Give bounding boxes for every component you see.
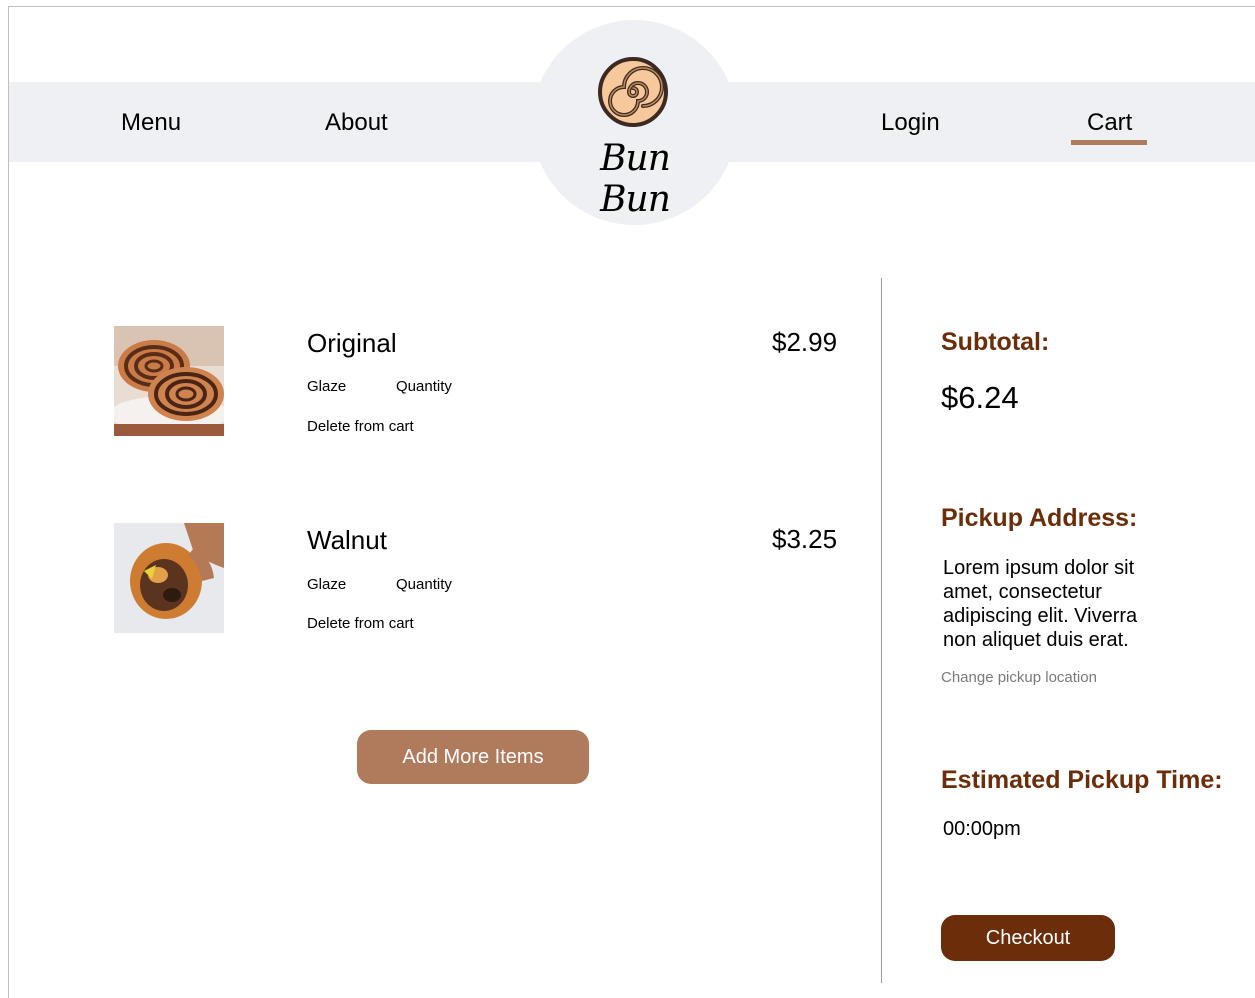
glaze-selector[interactable]: Glaze (307, 576, 346, 594)
estimated-pickup-time-heading: Estimated Pickup Time: (941, 766, 1223, 794)
delete-from-cart-link[interactable]: Delete from cart (307, 615, 414, 633)
nav-about-link[interactable]: About (325, 108, 388, 138)
add-more-items-button[interactable]: Add More Items (357, 730, 589, 784)
original-roll-image (114, 326, 224, 436)
delete-from-cart-link[interactable]: Delete from cart (307, 418, 414, 436)
nav-menu-link[interactable]: Menu (121, 108, 181, 138)
nav-cart-link[interactable]: Cart (1087, 108, 1132, 138)
subtotal-heading: Subtotal: (941, 328, 1050, 356)
logo-wordmark[interactable]: Bun Bun (560, 138, 710, 220)
subtotal-value: $6.24 (941, 380, 1019, 415)
walnut-roll-image (114, 523, 224, 633)
cinnamon-roll-icon[interactable] (597, 56, 669, 133)
cart-item-price: $3.25 (772, 524, 838, 554)
pickup-address-heading: Pickup Address: (941, 504, 1138, 532)
change-pickup-location-link[interactable]: Change pickup location (941, 669, 1097, 687)
column-divider (881, 278, 882, 983)
glaze-selector[interactable]: Glaze (307, 378, 346, 396)
quantity-selector[interactable]: Quantity (396, 576, 452, 594)
window-border-top (8, 6, 1255, 7)
nav-login-link[interactable]: Login (881, 108, 940, 138)
quantity-selector[interactable]: Quantity (396, 378, 452, 396)
cart-item-name: Walnut (307, 525, 387, 555)
pickup-address-text: Lorem ipsum dolor sit amet, consectetur … (943, 557, 1138, 651)
checkout-button[interactable]: Checkout (941, 915, 1115, 961)
active-tab-indicator (1071, 140, 1147, 145)
cart-item-price: $2.99 (772, 327, 838, 357)
cart-item-name: Original (307, 328, 397, 358)
pickup-time-value: 00:00pm (943, 818, 1021, 840)
